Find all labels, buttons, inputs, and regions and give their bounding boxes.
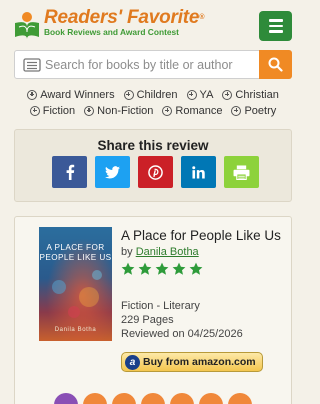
site-header: Readers' Favorite® Book Reviews and Awar… — [0, 0, 306, 50]
printer-icon — [233, 164, 250, 180]
book-card: A PLACE FOR PEOPLE LIKE US Danila Botha … — [14, 216, 292, 404]
instagram-icon[interactable] — [199, 393, 223, 404]
logo-icon[interactable] — [13, 10, 41, 40]
category-christian[interactable]: Christian — [222, 89, 279, 101]
book-author-line: by Danila Botha — [121, 246, 199, 258]
hamburger-menu-icon — [268, 19, 283, 22]
linkedin-icon[interactable] — [228, 393, 252, 404]
book-icon[interactable] — [54, 393, 78, 404]
category-children[interactable]: Children — [123, 89, 178, 101]
book-pages: 229 Pages — [121, 314, 174, 326]
plus-circle-icon — [222, 89, 233, 100]
category-links: Award Winners Children YA Christian Fict… — [0, 87, 306, 119]
share-title: Share this review — [97, 138, 209, 153]
twitter-icon — [105, 165, 120, 178]
question-icon[interactable] — [83, 393, 107, 404]
star-icon — [155, 262, 169, 275]
plus-circle-icon — [186, 89, 197, 100]
category-poetry[interactable]: Poetry — [231, 105, 276, 117]
brand-name[interactable]: Readers' Favorite® — [44, 8, 204, 28]
brand-tagline: Book Reviews and Award Contest — [44, 27, 179, 37]
pinterest-icon — [148, 164, 163, 180]
plus-circle-icon — [231, 105, 242, 116]
book-icon — [23, 58, 41, 72]
share-pinterest-button[interactable] — [138, 156, 173, 188]
book-title: A Place for People Like Us — [121, 228, 281, 243]
linkedin-icon — [192, 165, 205, 179]
category-award-winners[interactable]: Award Winners — [27, 89, 115, 101]
share-twitter-button[interactable] — [95, 156, 130, 188]
twitter-icon[interactable] — [141, 393, 165, 404]
buy-label: Buy from amazon.com — [143, 356, 256, 368]
print-button[interactable] — [224, 156, 259, 188]
amazon-logo-icon: a — [125, 354, 140, 370]
star-icon — [121, 262, 135, 275]
review-date: Reviewed on 04/25/2026 — [121, 328, 243, 340]
cover-author: Danila Botha — [54, 327, 97, 333]
category-row: Award Winners Children YA Christian — [0, 87, 306, 102]
author-link[interactable]: Danila Botha — [136, 246, 199, 258]
share-panel: Share this review — [14, 129, 292, 202]
plus-circle-icon — [123, 89, 134, 100]
category-ya[interactable]: YA — [186, 89, 213, 101]
plus-circle-icon — [29, 105, 40, 116]
category-fiction[interactable]: Fiction — [29, 105, 75, 117]
pinterest-icon[interactable] — [170, 393, 194, 404]
facebook-icon — [66, 164, 74, 180]
search-button[interactable] — [259, 50, 292, 79]
rating-stars — [121, 262, 203, 276]
hamburger-menu-button[interactable] — [259, 11, 292, 41]
share-facebook-button[interactable] — [52, 156, 87, 188]
bottom-social-icons — [54, 393, 252, 404]
share-buttons — [52, 156, 259, 188]
plus-circle-icon — [27, 89, 38, 100]
buy-amazon-button[interactable]: a Buy from amazon.com — [121, 352, 263, 372]
search-icon — [268, 57, 283, 72]
star-icon — [138, 262, 152, 275]
book-meta: Fiction - Literary 229 Pages Reviewed on… — [121, 299, 243, 341]
cover-title: A PLACE FOR PEOPLE LIKE US — [39, 243, 112, 262]
search-input[interactable] — [45, 51, 259, 78]
facebook-icon[interactable] — [112, 393, 136, 404]
star-icon — [172, 262, 186, 275]
book-genre: Fiction - Literary — [121, 300, 200, 312]
category-row: Fiction Non-Fiction Romance Poetry — [0, 103, 306, 118]
star-icon — [189, 262, 203, 275]
category-romance[interactable]: Romance — [162, 105, 222, 117]
book-cover[interactable]: A PLACE FOR PEOPLE LIKE US Danila Botha — [39, 227, 112, 341]
plus-circle-icon — [162, 105, 173, 116]
plus-circle-icon — [84, 105, 95, 116]
category-non-fiction[interactable]: Non-Fiction — [84, 105, 153, 117]
share-linkedin-button[interactable] — [181, 156, 216, 188]
search-bar — [14, 50, 292, 79]
